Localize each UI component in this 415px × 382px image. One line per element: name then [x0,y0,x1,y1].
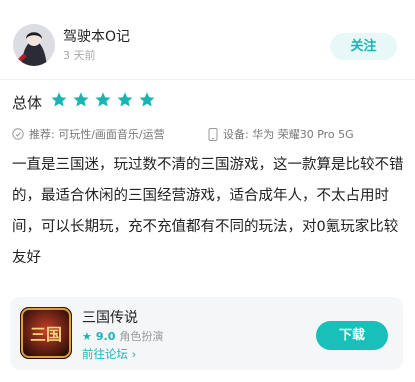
follow-button[interactable]: 关注 [330,33,397,60]
star-rating [50,91,156,109]
overall-rating-label: 总体 [12,94,43,112]
star-icon [73,92,89,107]
review-text: 一直是三国迷，玩过数不清的三国游戏，这一款算是比较不错的，最适合休闲的三国经营游… [12,157,404,266]
game-score: 9.0 [95,329,116,343]
game-meta: ★ 9.0 角色扮演 [82,328,163,344]
device-row: 设备: 华为 荣耀30 Pro 5G [208,126,354,142]
avatar-image [13,24,55,66]
game-name[interactable]: 三国传说 [82,307,138,327]
star-icon [51,92,67,107]
star-icon [117,92,133,107]
game-logo: 三国 [20,307,72,359]
post-time: 3 天前 [63,49,96,62]
thumbs-up-icon [12,128,24,140]
game-icon[interactable]: 三国 [20,307,72,359]
chevron-right-icon: › [131,347,137,361]
star-icon [139,92,155,107]
username[interactable]: 驾驶本O记 [63,26,130,46]
divider [0,79,415,80]
game-card[interactable]: 三国 三国传说 ★ 9.0 角色扮演 前往论坛 › 下载 [10,297,403,370]
download-button[interactable]: 下载 [316,321,388,350]
forum-link-label: 前往论坛 [82,347,128,361]
avatar[interactable] [13,24,55,66]
star-icon: ★ [82,329,92,343]
recommend-text: 推荐: 可玩性/画面音乐/运营 [29,128,165,141]
phone-icon [208,127,218,141]
star-icon [95,92,111,107]
forum-link[interactable]: 前往论坛 › [82,346,136,362]
game-genre: 角色扮演 [119,330,164,343]
game-logo-text: 三国 [30,325,62,344]
recommend-row: 推荐: 可玩性/画面音乐/运营 [12,126,165,142]
device-text: 设备: 华为 荣耀30 Pro 5G [223,128,354,141]
